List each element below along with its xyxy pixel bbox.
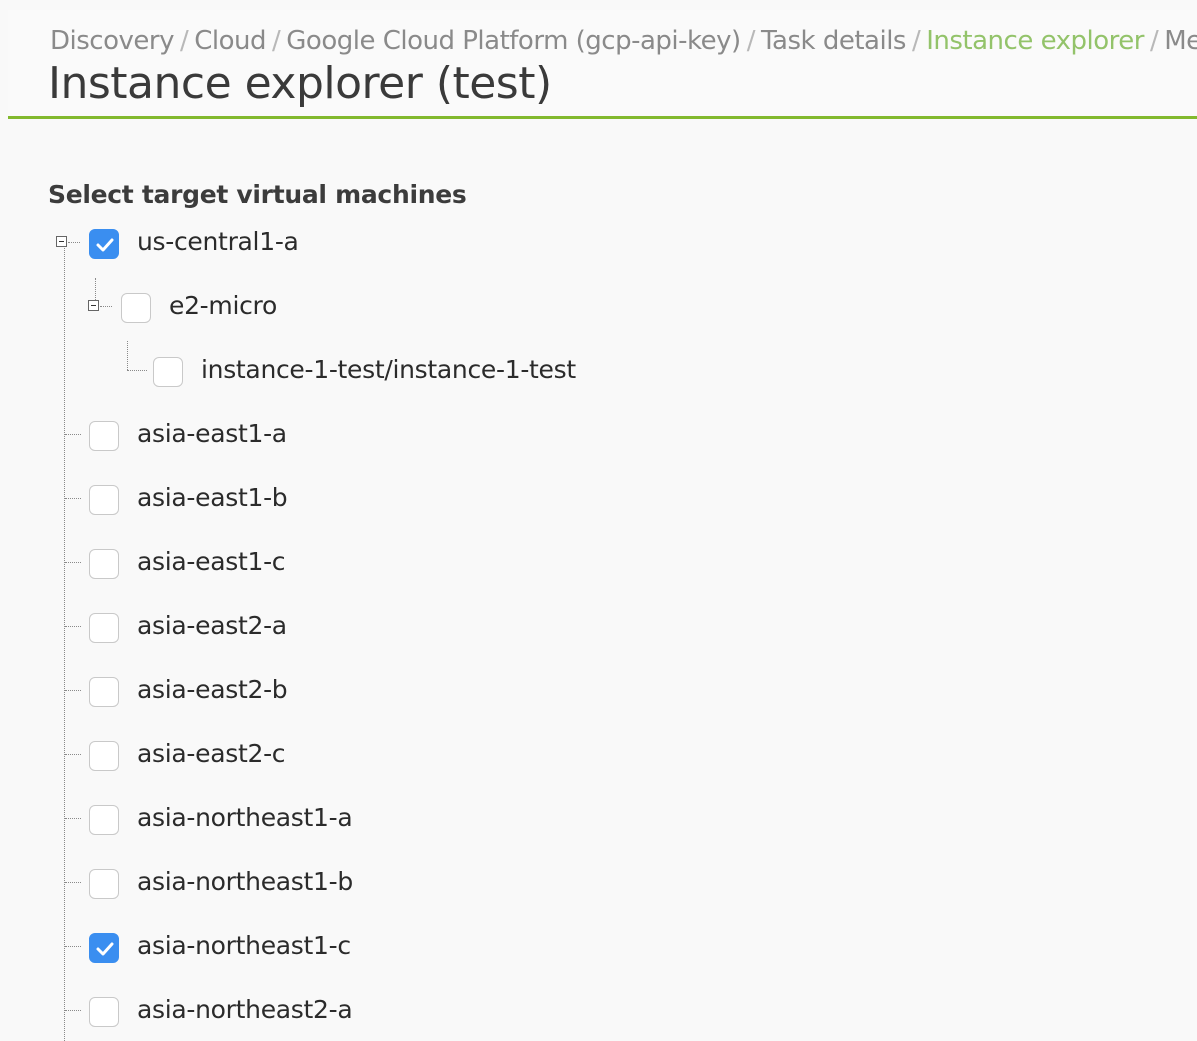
breadcrumb-separator: /: [746, 26, 756, 56]
breadcrumb-gcp[interactable]: Google Cloud Platform (gcp-api-key): [286, 26, 741, 56]
checkbox-asia-east2-c[interactable]: [89, 741, 119, 771]
checkbox-us-central1-a[interactable]: [89, 229, 119, 259]
check-icon: [96, 942, 114, 956]
node-label-asia-east2-a[interactable]: asia-east2-a: [137, 611, 287, 640]
node-label-us-central1-a[interactable]: us-central1-a: [137, 227, 299, 256]
checkbox-asia-east2-a[interactable]: [89, 613, 119, 643]
collapse-toggle-icon[interactable]: [56, 236, 67, 247]
section-label: Select target virtual machines: [48, 180, 467, 209]
breadcrumb: Discovery / Cloud / Google Cloud Platform (g…: [50, 26, 1197, 56]
tree-connector: [65, 498, 81, 499]
node-label-asia-northeast1-c[interactable]: asia-northeast1-c: [137, 931, 351, 960]
tree-connector: [100, 306, 112, 307]
node-label-asia-northeast2-a[interactable]: asia-northeast2-a: [137, 995, 353, 1024]
check-icon: [96, 238, 114, 252]
vm-tree: us-central1-a e2-micro instance-1-test/i…: [0, 0, 1197, 1041]
collapse-toggle-icon[interactable]: [88, 300, 99, 311]
node-label-asia-east2-b[interactable]: asia-east2-b: [137, 675, 288, 704]
tree-connector: [65, 1010, 81, 1011]
tree-connector: [65, 818, 81, 819]
node-label-asia-northeast1-b[interactable]: asia-northeast1-b: [137, 867, 353, 896]
node-label-e2-micro[interactable]: e2-micro: [169, 291, 277, 320]
breadcrumb-metrics[interactable]: Metrics: [1164, 26, 1197, 56]
tree-connector: [65, 946, 81, 947]
tree-connector: [127, 370, 147, 371]
tree-connector: [65, 882, 81, 883]
node-label-asia-east2-c[interactable]: asia-east2-c: [137, 739, 286, 768]
tree-connector: [65, 434, 81, 435]
checkbox-instance-1-test[interactable]: [153, 357, 183, 387]
checkbox-e2-micro[interactable]: [121, 293, 151, 323]
checkbox-asia-northeast1-a[interactable]: [89, 805, 119, 835]
breadcrumb-cloud[interactable]: Cloud: [194, 26, 266, 56]
node-label-instance-1-test[interactable]: instance-1-test/instance-1-test: [201, 355, 576, 384]
breadcrumb-task-details[interactable]: Task details: [761, 26, 907, 56]
breadcrumb-separator: /: [179, 26, 189, 56]
node-label-asia-east1-b[interactable]: asia-east1-b: [137, 483, 288, 512]
checkbox-asia-east1-b[interactable]: [89, 485, 119, 515]
tree-connector: [65, 690, 81, 691]
tree-connector: [65, 562, 81, 563]
breadcrumb-instance-explorer[interactable]: Instance explorer: [926, 26, 1144, 56]
node-label-asia-east1-c[interactable]: asia-east1-c: [137, 547, 286, 576]
breadcrumb-separator: /: [272, 26, 281, 56]
node-label-asia-northeast1-a[interactable]: asia-northeast1-a: [137, 803, 353, 832]
tree-connector: [127, 341, 128, 370]
checkbox-asia-east1-c[interactable]: [89, 549, 119, 579]
breadcrumb-separator: /: [911, 26, 921, 56]
tree-connector: [65, 754, 81, 755]
tree-connector: [68, 242, 80, 243]
checkbox-asia-northeast1-b[interactable]: [89, 869, 119, 899]
tree-connector: [95, 278, 96, 300]
tree-connector: [64, 248, 65, 1041]
checkbox-asia-northeast2-a[interactable]: [89, 997, 119, 1027]
checkbox-asia-northeast1-c[interactable]: [89, 933, 119, 963]
page-title: Instance explorer (test): [48, 58, 552, 109]
node-label-asia-east1-a[interactable]: asia-east1-a: [137, 419, 287, 448]
breadcrumb-separator: /: [1149, 26, 1159, 56]
breadcrumb-discovery[interactable]: Discovery: [50, 26, 174, 56]
checkbox-asia-east2-b[interactable]: [89, 677, 119, 707]
checkbox-asia-east1-a[interactable]: [89, 421, 119, 451]
tree-connector: [65, 626, 81, 627]
